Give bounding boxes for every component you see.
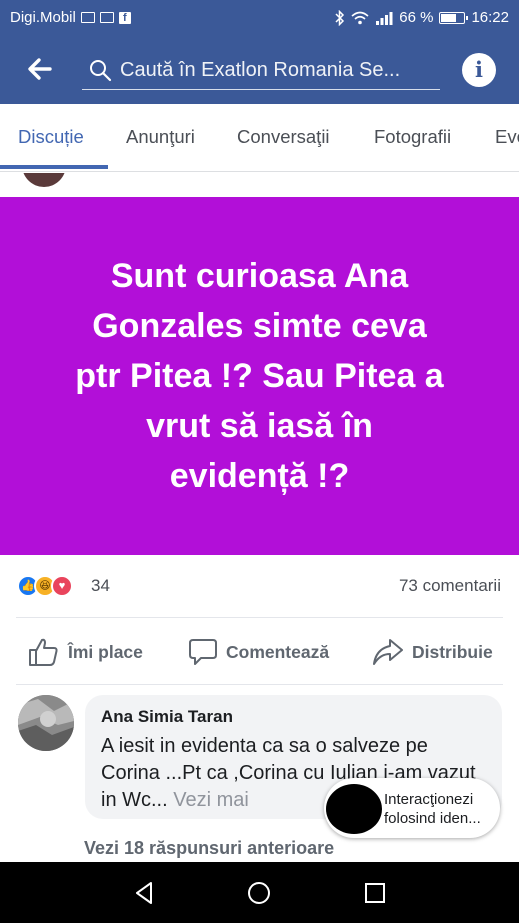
mail-icon: [80, 12, 95, 23]
tab-conversatii[interactable]: Conversaţii: [237, 126, 330, 148]
wifi-icon: [351, 11, 369, 24]
comment-author[interactable]: Ana Simia Taran: [101, 707, 486, 727]
active-tab-indicator: [0, 165, 108, 169]
comment-button-label: Comentează: [226, 641, 330, 662]
back-arrow-icon: [28, 58, 52, 80]
like-button-label: Îmi place: [68, 641, 143, 662]
home-circle-icon[interactable]: [245, 879, 273, 907]
status-bar: Digi.Mobil f 66 % 16:22: [0, 0, 519, 36]
reactions-row: 👍 😆 ♥ 34 73 comentarii: [0, 555, 519, 617]
tab-fotografii[interactable]: Fotografii: [374, 126, 451, 148]
back-button[interactable]: [24, 53, 56, 85]
battery-icon: [439, 11, 469, 24]
mail-icon-2: [99, 12, 114, 23]
share-button-label: Distribuie: [412, 641, 493, 662]
love-reaction-icon: ♥: [51, 575, 73, 597]
recents-square-icon[interactable]: [361, 879, 389, 907]
identity-switcher-pill[interactable]: Interacţionezi folosind iden...: [324, 778, 500, 838]
bluetooth-icon: [335, 9, 345, 26]
see-more-link[interactable]: Vezi mai: [173, 789, 249, 811]
previous-post-edge: [0, 173, 519, 197]
view-previous-replies-link[interactable]: Vezi 18 răspunsuri anterioare: [84, 838, 334, 859]
carrier-name: Digi.Mobil: [10, 9, 76, 26]
identity-switcher-line1: Interacţionezi: [384, 791, 474, 808]
reaction-count[interactable]: 34: [91, 576, 110, 596]
facebook-notification-icon: f: [118, 11, 131, 24]
search-icon: [90, 60, 112, 82]
post-actions: Îmi place Comentează Distribuie: [0, 628, 519, 676]
share-button[interactable]: Distribuie: [372, 628, 493, 676]
top-header: i: [0, 36, 519, 104]
share-icon: [373, 639, 403, 665]
search-box[interactable]: [82, 50, 440, 90]
comment-button[interactable]: Comentează: [188, 628, 329, 676]
thumbs-up-icon: [29, 638, 58, 666]
post-text: Sunt curioasa Ana Gonzales simte ceva pt…: [75, 257, 444, 495]
clock: 16:22: [471, 9, 509, 26]
divider: [16, 617, 503, 618]
identity-switcher-line2: folosind iden...: [384, 810, 481, 827]
group-tabs: Discuție Anunţuri Conversaţii Fotografii…: [0, 104, 519, 172]
tab-anunturi[interactable]: Anunţuri: [126, 126, 195, 148]
avatar-photo: [18, 695, 74, 751]
identity-switcher-text: Interacţionezi folosind iden...: [384, 790, 498, 828]
signal-icon: [376, 11, 393, 25]
commenter-avatar[interactable]: [18, 695, 74, 751]
tab-evenimente[interactable]: Eve: [495, 126, 519, 148]
back-triangle-icon[interactable]: [131, 879, 159, 907]
info-button[interactable]: i: [462, 53, 496, 87]
tab-discutie[interactable]: Discuție: [18, 126, 84, 148]
comment-count[interactable]: 73 comentarii: [399, 576, 501, 596]
search-input[interactable]: [120, 54, 438, 86]
reaction-icons[interactable]: 👍 😆 ♥: [17, 575, 73, 597]
info-icon: i: [475, 57, 483, 82]
battery-percent: 66 %: [399, 9, 434, 26]
identity-avatar: [326, 784, 382, 834]
divider: [16, 684, 503, 685]
like-button[interactable]: Îmi place: [28, 628, 143, 676]
comment-icon: [189, 639, 217, 665]
android-navigation-bar: [0, 862, 519, 923]
post-author-avatar[interactable]: [22, 173, 66, 187]
post-content[interactable]: Sunt curioasa Ana Gonzales simte ceva pt…: [0, 197, 519, 555]
